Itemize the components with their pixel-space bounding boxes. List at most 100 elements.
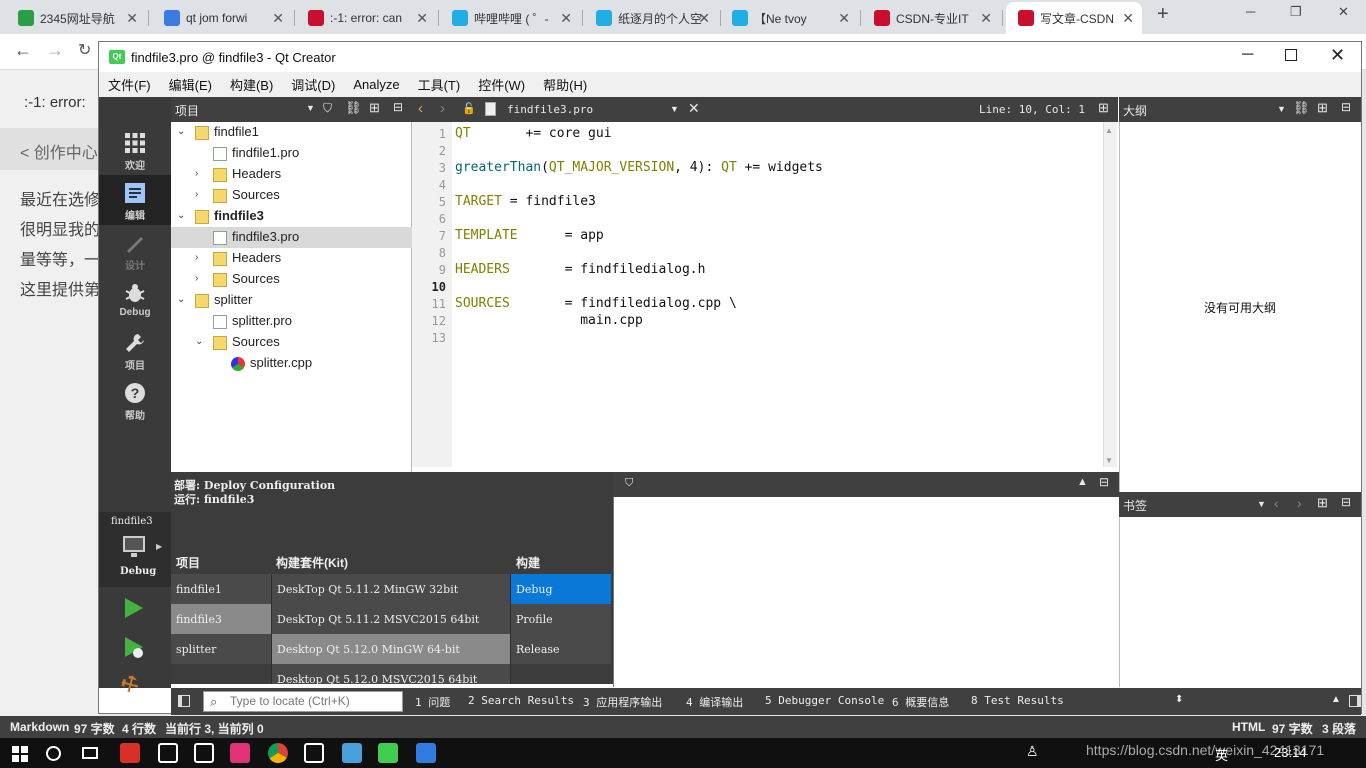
ime-indicator[interactable]: 英 [1215, 745, 1228, 764]
taskbar-app-icon[interactable] [158, 743, 178, 763]
browser-restore-button[interactable]: ❐ [1290, 4, 1302, 20]
output-filter-icon[interactable]: ⛉ [625, 477, 633, 490]
search-circle-icon[interactable] [46, 746, 61, 761]
code-editor[interactable]: 1 2 3 4 5 6 7 8 9 10 11 12 13 QT += core gui greaterT… [412, 122, 1118, 467]
tree-row[interactable]: findfile1.pro [171, 143, 412, 164]
build-config-option[interactable]: Profile [511, 604, 611, 634]
kit-project-option[interactable]: findfile3 [171, 604, 271, 634]
kit-project-option[interactable]: splitter [171, 634, 271, 664]
minimize-button[interactable]: ─ [1242, 46, 1253, 64]
tree-row[interactable]: ⌄ findfile1 [171, 122, 412, 143]
split-editor-icon[interactable]: ⊞ [1098, 100, 1109, 116]
tab-close-icon[interactable]: ✕ [980, 10, 992, 27]
browser-tab[interactable]: 2345网址导航 ✕ [6, 2, 146, 34]
close-button[interactable]: ✕ [1330, 45, 1345, 66]
scroll-up-icon[interactable]: ▲ [1105, 126, 1113, 135]
browser-tab[interactable]: 【Ne tvoy ✕ [720, 2, 858, 34]
menu-item[interactable]: 构建(B) [221, 75, 282, 94]
output-tab[interactable]: 4 编译输出 [686, 694, 743, 710]
browser-tab[interactable]: :-1: error: can ✕ [296, 2, 436, 34]
menu-item[interactable]: 工具(T) [409, 75, 470, 94]
close-pane-icon[interactable]: ⊟ [393, 100, 403, 114]
toggle-sidebar-icon[interactable] [178, 695, 190, 707]
bookmarks-split-icon[interactable]: ⊞ [1317, 495, 1328, 511]
taskbar-app-icon[interactable] [304, 743, 324, 763]
chevron-down-icon[interactable]: ⌄ [177, 126, 185, 137]
qt-taskbar-icon[interactable] [378, 743, 398, 763]
tree-row[interactable]: › Headers [171, 248, 412, 269]
taskbar-app-icon[interactable] [230, 743, 250, 763]
outline-link-icon[interactable]: ⛓ [1293, 100, 1310, 116]
close-file-icon[interactable]: ✕ [688, 100, 700, 117]
bookmarks-close-icon[interactable]: ⊟ [1341, 495, 1351, 509]
output-tab[interactable]: 3 应用程序输出 [583, 694, 662, 710]
toggle-right-sidebar-icon[interactable] [1349, 695, 1361, 707]
nav-forward-icon[interactable]: › [440, 100, 445, 117]
outline-split-icon[interactable]: ⊞ [1317, 100, 1328, 116]
split-icon[interactable]: ⊞ [369, 100, 380, 116]
tab-close-icon[interactable]: ✕ [272, 10, 284, 27]
target-selector[interactable]: findfile3 ▶ Debug [99, 512, 171, 587]
output-tab[interactable]: 8 Test Results [971, 694, 1064, 707]
mode-help[interactable]: ? 帮助 [99, 375, 171, 425]
tree-row[interactable]: ⌄ Sources [171, 332, 412, 353]
nav-back-icon[interactable]: ‹ [418, 100, 423, 117]
outline-dropdown-icon[interactable]: ▼ [1277, 104, 1286, 114]
filter-icon[interactable]: ⛉ [323, 101, 332, 116]
menu-item[interactable]: 编辑(E) [160, 75, 221, 94]
editor-scrollbar[interactable] [1103, 122, 1117, 467]
kit-project-option[interactable]: findfile1 [171, 574, 271, 604]
people-icon[interactable]: ♙ [1026, 743, 1039, 760]
link-icon[interactable]: ⛓ [345, 100, 362, 116]
chevron-down-icon[interactable]: ⌄ [195, 336, 203, 347]
tree-row[interactable]: ⌄ findfile3 [171, 206, 412, 227]
taskbar-app-icon[interactable] [194, 743, 214, 763]
mode-design[interactable]: 设计 [99, 225, 171, 275]
chevron-right-icon[interactable]: › [195, 189, 198, 200]
browser-tab[interactable]: 写文章-CSDN ✕ [1006, 2, 1142, 34]
kit-option[interactable]: DeskTop Qt 5.11.2 MSVC2015 64bit [272, 604, 510, 634]
browser-tab[interactable]: 哔哩哔哩 ( ゜- ✕ [440, 2, 580, 34]
tree-row[interactable]: splitter.pro [171, 311, 412, 332]
run-icon[interactable] [125, 598, 143, 618]
outline-close-icon[interactable]: ⊟ [1341, 100, 1351, 114]
menu-item[interactable]: 控件(W) [469, 75, 534, 94]
browser-close-button[interactable]: ✕ [1338, 4, 1349, 20]
file-dropdown-icon[interactable]: ▼ [670, 104, 679, 114]
csdn-back-link[interactable]: < 创作中心 [20, 139, 98, 163]
chrome-icon[interactable] [268, 743, 288, 763]
kit-option[interactable]: DeskTop Qt 5.11.2 MinGW 32bit [272, 574, 510, 604]
output-tabs-more-icon[interactable]: ⬍ [1175, 694, 1183, 705]
browser-tab[interactable]: CSDN-专业IT ✕ [862, 2, 1000, 34]
bookmarks-dropdown-icon[interactable]: ▼ [1257, 499, 1266, 509]
taskbar-app-icon[interactable] [342, 743, 362, 763]
forward-arrow-icon[interactable]: → [46, 40, 64, 61]
browser-tab[interactable]: qt jom forwi ✕ [152, 2, 292, 34]
menu-item[interactable]: 调试(D) [282, 75, 344, 94]
new-tab-button[interactable]: + [1157, 3, 1169, 26]
tab-close-icon[interactable]: ✕ [698, 10, 710, 27]
tree-row[interactable]: › Sources [171, 269, 412, 290]
chevron-down-icon[interactable]: ⌄ [177, 210, 185, 221]
task-view-icon[interactable] [82, 747, 98, 759]
tree-row[interactable]: › Sources [171, 185, 412, 206]
tree-row[interactable]: › Headers [171, 164, 412, 185]
taskbar-app-icon[interactable] [120, 743, 140, 763]
panel-up-icon[interactable]: ▲ [1331, 694, 1341, 705]
build-config-option[interactable]: Release [511, 634, 611, 664]
mode-wrench[interactable]: 项目 [99, 325, 171, 375]
tab-close-icon[interactable]: ✕ [416, 10, 428, 27]
mode-bug[interactable]: Debug [99, 275, 171, 325]
browser-tab[interactable]: 纸逐月的个人空 ✕ [584, 2, 718, 34]
tree-row[interactable]: ⌄ splitter [171, 290, 412, 311]
tab-close-icon[interactable]: ✕ [1122, 10, 1134, 27]
maximize-button[interactable] [1285, 49, 1297, 61]
kit-option[interactable]: Desktop Qt 5.12.0 MinGW 64-bit [272, 634, 510, 664]
bookmarks-prev-icon[interactable]: ‹ [1274, 495, 1279, 511]
bookmarks-next-icon[interactable]: › [1297, 495, 1302, 511]
dropdown-arrow-icon[interactable]: ▼ [306, 103, 315, 113]
menu-item[interactable]: 帮助(H) [534, 75, 596, 94]
locator-input[interactable]: ⌕ Type to locate (Ctrl+K) [203, 691, 403, 712]
output-tab[interactable]: 1 问题 [415, 694, 450, 710]
output-close-icon[interactable]: ⊟ [1099, 475, 1109, 489]
